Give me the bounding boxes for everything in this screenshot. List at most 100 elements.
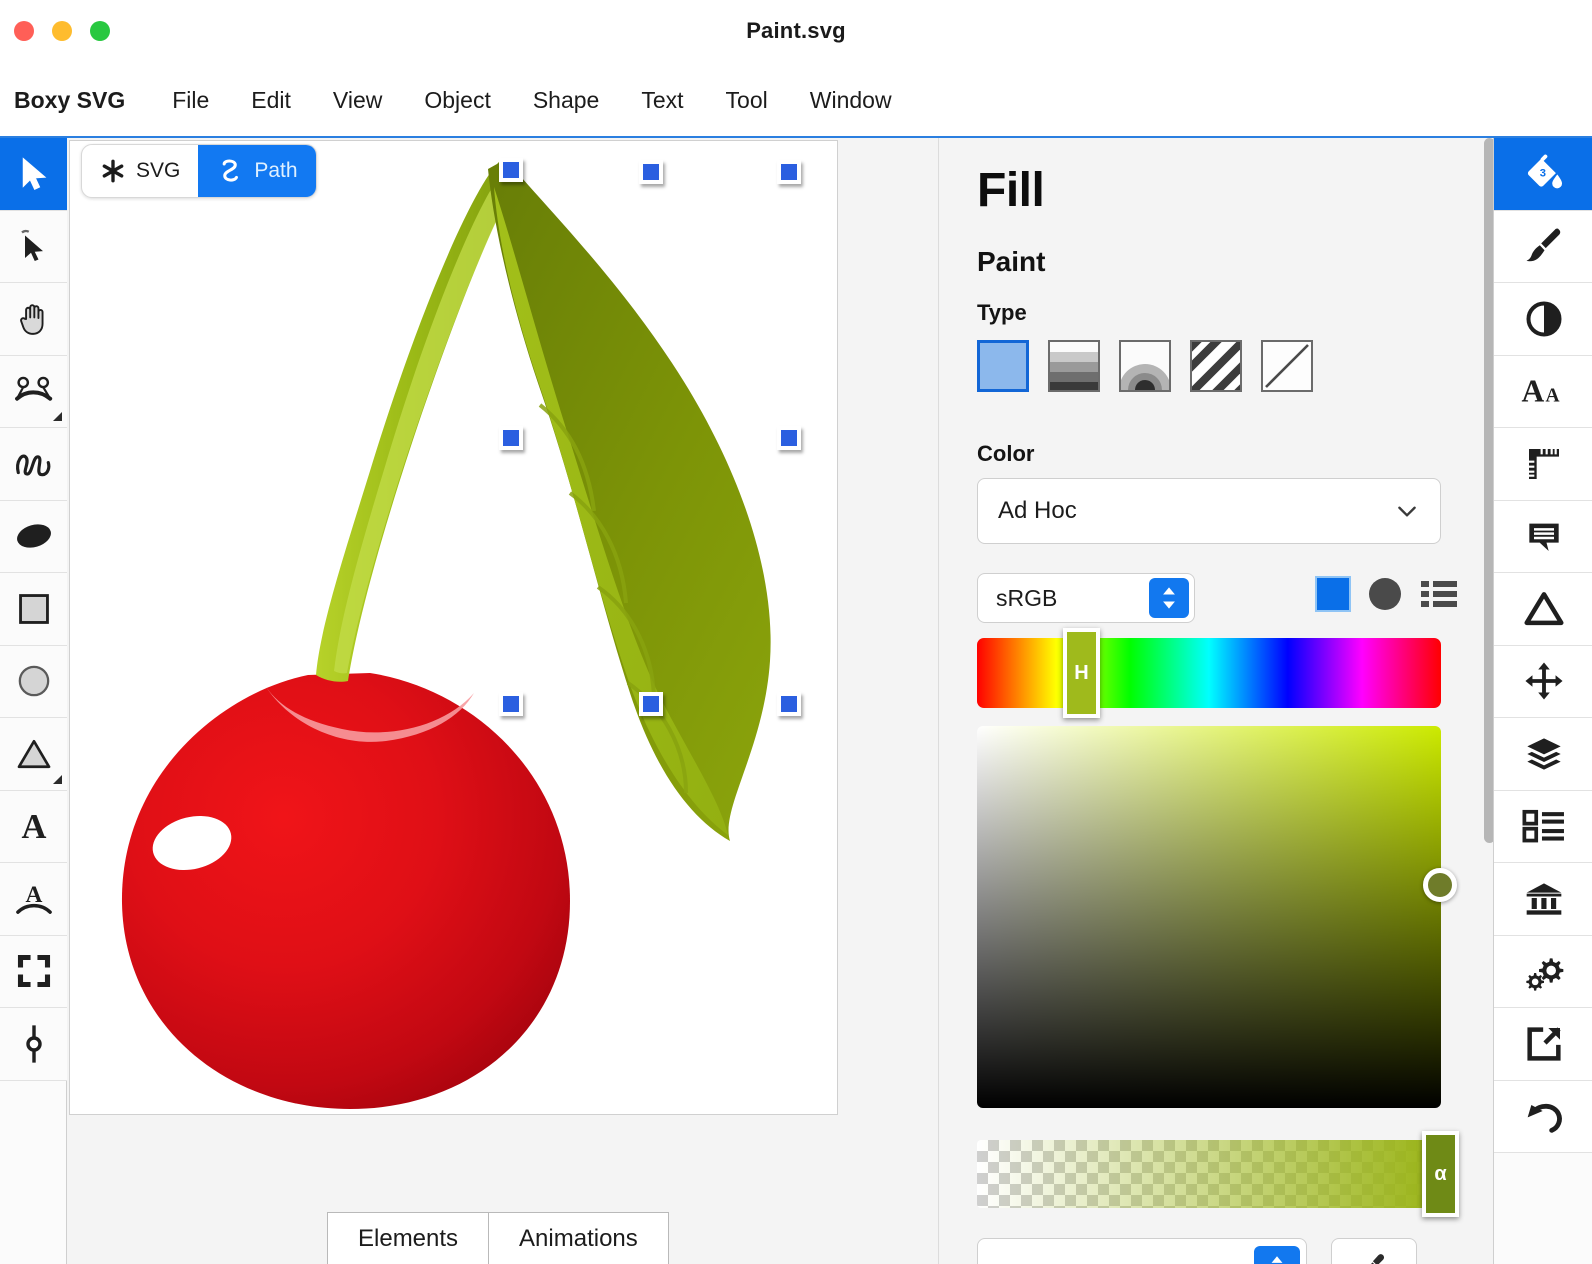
eyedropper-button[interactable] [1331, 1238, 1417, 1264]
scribble-icon [15, 454, 50, 477]
color-label: Color [977, 441, 1035, 466]
menu-object[interactable]: Object [403, 83, 511, 118]
history-panel-button[interactable] [1494, 1080, 1592, 1153]
menu-view[interactable]: View [312, 83, 403, 118]
paint-type-none[interactable] [1261, 340, 1313, 392]
fill-panel-scrollbar[interactable] [1484, 138, 1493, 843]
list-view-button[interactable] [1421, 580, 1457, 608]
linear-gradient-icon [1050, 342, 1098, 390]
stroke-panel-button[interactable] [1494, 210, 1592, 283]
menu-text[interactable]: Text [620, 83, 704, 118]
opacity-panel-button[interactable] [1494, 283, 1592, 356]
markers-panel-button[interactable] [1494, 573, 1592, 646]
triangle-icon [17, 739, 50, 768]
stepper-updown-icon [1163, 587, 1175, 609]
color-value-stepper[interactable] [1254, 1246, 1300, 1264]
crop-tool[interactable] [0, 935, 67, 1008]
move-arrows-icon [1524, 662, 1563, 700]
polygon-tool[interactable] [0, 718, 67, 791]
asterisk-icon [102, 159, 124, 183]
swatch-view-button[interactable] [1315, 576, 1351, 612]
rectangle-tool[interactable] [0, 573, 67, 646]
node-edit-tool[interactable] [0, 210, 67, 283]
node-cursor-icon [20, 230, 43, 262]
text-tool[interactable]: A [0, 790, 67, 863]
selection-handle-bottom-right[interactable] [777, 692, 801, 716]
paint-type-options [977, 340, 1313, 392]
saturation-value-handle[interactable] [1423, 868, 1457, 902]
menu-edit[interactable]: Edit [230, 83, 312, 118]
selection-handle-top-center[interactable] [639, 160, 663, 184]
boxy-svg-window: Paint.svg Boxy SVG File Edit View Object… [0, 0, 1592, 1264]
filled-blob-icon [16, 524, 51, 548]
selection-handle-top-left[interactable] [499, 158, 523, 182]
paint-type-pattern[interactable] [1190, 340, 1242, 392]
menu-tool[interactable]: Tool [705, 83, 789, 118]
selection-tool[interactable] [0, 138, 67, 211]
breadcrumb: SVG Path [81, 144, 317, 198]
alpha-slider[interactable]: α [977, 1131, 1459, 1217]
menu-shape[interactable]: Shape [512, 83, 621, 118]
hue-slider[interactable]: H [977, 628, 1441, 718]
geometry-panel-button[interactable] [1494, 428, 1592, 501]
selection-handle-bottom-left[interactable] [499, 692, 523, 716]
panel-title: Fill [977, 164, 1045, 217]
defs-panel-button[interactable] [1494, 935, 1592, 1008]
pan-tool[interactable] [0, 283, 67, 356]
fill-panel-button[interactable]: 3 [1494, 138, 1592, 211]
layers-panel-button[interactable] [1494, 718, 1592, 791]
hand-icon [19, 304, 43, 335]
mesh-node-tool[interactable] [0, 1008, 67, 1081]
breadcrumb-item-svg[interactable]: SVG [82, 145, 198, 197]
tab-elements[interactable]: Elements [328, 1213, 489, 1264]
alpha-slider-handle[interactable]: α [1422, 1131, 1459, 1217]
elements-panel-button[interactable] [1494, 790, 1592, 863]
hue-slider-handle[interactable]: H [1063, 628, 1100, 718]
svg-text:A: A [1545, 386, 1559, 407]
list-icon [1421, 581, 1457, 607]
export-arrow-icon [1526, 1027, 1561, 1061]
comments-panel-button[interactable] [1494, 500, 1592, 573]
paint-brush-icon [1526, 228, 1560, 262]
menu-file[interactable]: File [151, 83, 230, 118]
color-space-select[interactable]: sRGB [977, 573, 1195, 623]
selection-handle-middle-right[interactable] [777, 426, 801, 450]
selection-handle-bottom-center[interactable] [639, 692, 663, 716]
breadcrumb-item-path[interactable]: Path [198, 145, 316, 197]
selection-handle-middle-left[interactable] [499, 426, 523, 450]
freehand-tool[interactable] [0, 428, 67, 501]
paint-type-linear-gradient[interactable] [1048, 340, 1100, 392]
library-panel-button[interactable] [1494, 863, 1592, 936]
color-preset-select[interactable]: Ad Hoc [977, 478, 1441, 544]
museum-icon [1526, 883, 1561, 915]
paint-bucket-icon: 3 [1527, 154, 1562, 189]
text-on-path-tool[interactable]: A [0, 863, 67, 936]
tool-submenu-indicator-icon [53, 774, 62, 784]
selection-handle-top-right[interactable] [777, 160, 801, 184]
tab-animations[interactable]: Animations [488, 1213, 668, 1264]
canvas-area[interactable]: SVG Path Elements Animations [67, 138, 938, 1264]
ellipse-tool[interactable] [0, 645, 67, 718]
paint-type-solid[interactable] [977, 340, 1029, 392]
menu-boxy-svg[interactable]: Boxy SVG [14, 83, 151, 118]
transform-panel-button[interactable] [1494, 645, 1592, 718]
artboard[interactable] [69, 140, 838, 1115]
blob-tool[interactable] [0, 500, 67, 573]
path-curve-icon [223, 159, 239, 182]
menu-window[interactable]: Window [789, 83, 913, 118]
color-preset-value: Ad Hoc [998, 497, 1077, 524]
color-value-input[interactable] [977, 1238, 1307, 1264]
paint-type-radial-gradient[interactable] [1119, 340, 1171, 392]
fill-panel: Fill Paint Type Color Ad Hoc sRGB H α [938, 138, 1493, 1264]
bezier-tool[interactable] [0, 355, 67, 428]
contrast-circle-icon [1525, 301, 1562, 337]
node-handle-icon [25, 1025, 42, 1063]
color-space-stepper[interactable] [1149, 578, 1189, 618]
typography-panel-button[interactable]: A A [1494, 355, 1592, 428]
letter-a-icon: A [21, 808, 46, 844]
saturation-value-picker[interactable] [977, 726, 1457, 1108]
left-toolbar: A A [0, 138, 67, 1264]
export-panel-button[interactable] [1494, 1008, 1592, 1081]
right-icon-rail: 3 A A [1493, 138, 1592, 1264]
wheel-view-button[interactable] [1369, 578, 1401, 610]
